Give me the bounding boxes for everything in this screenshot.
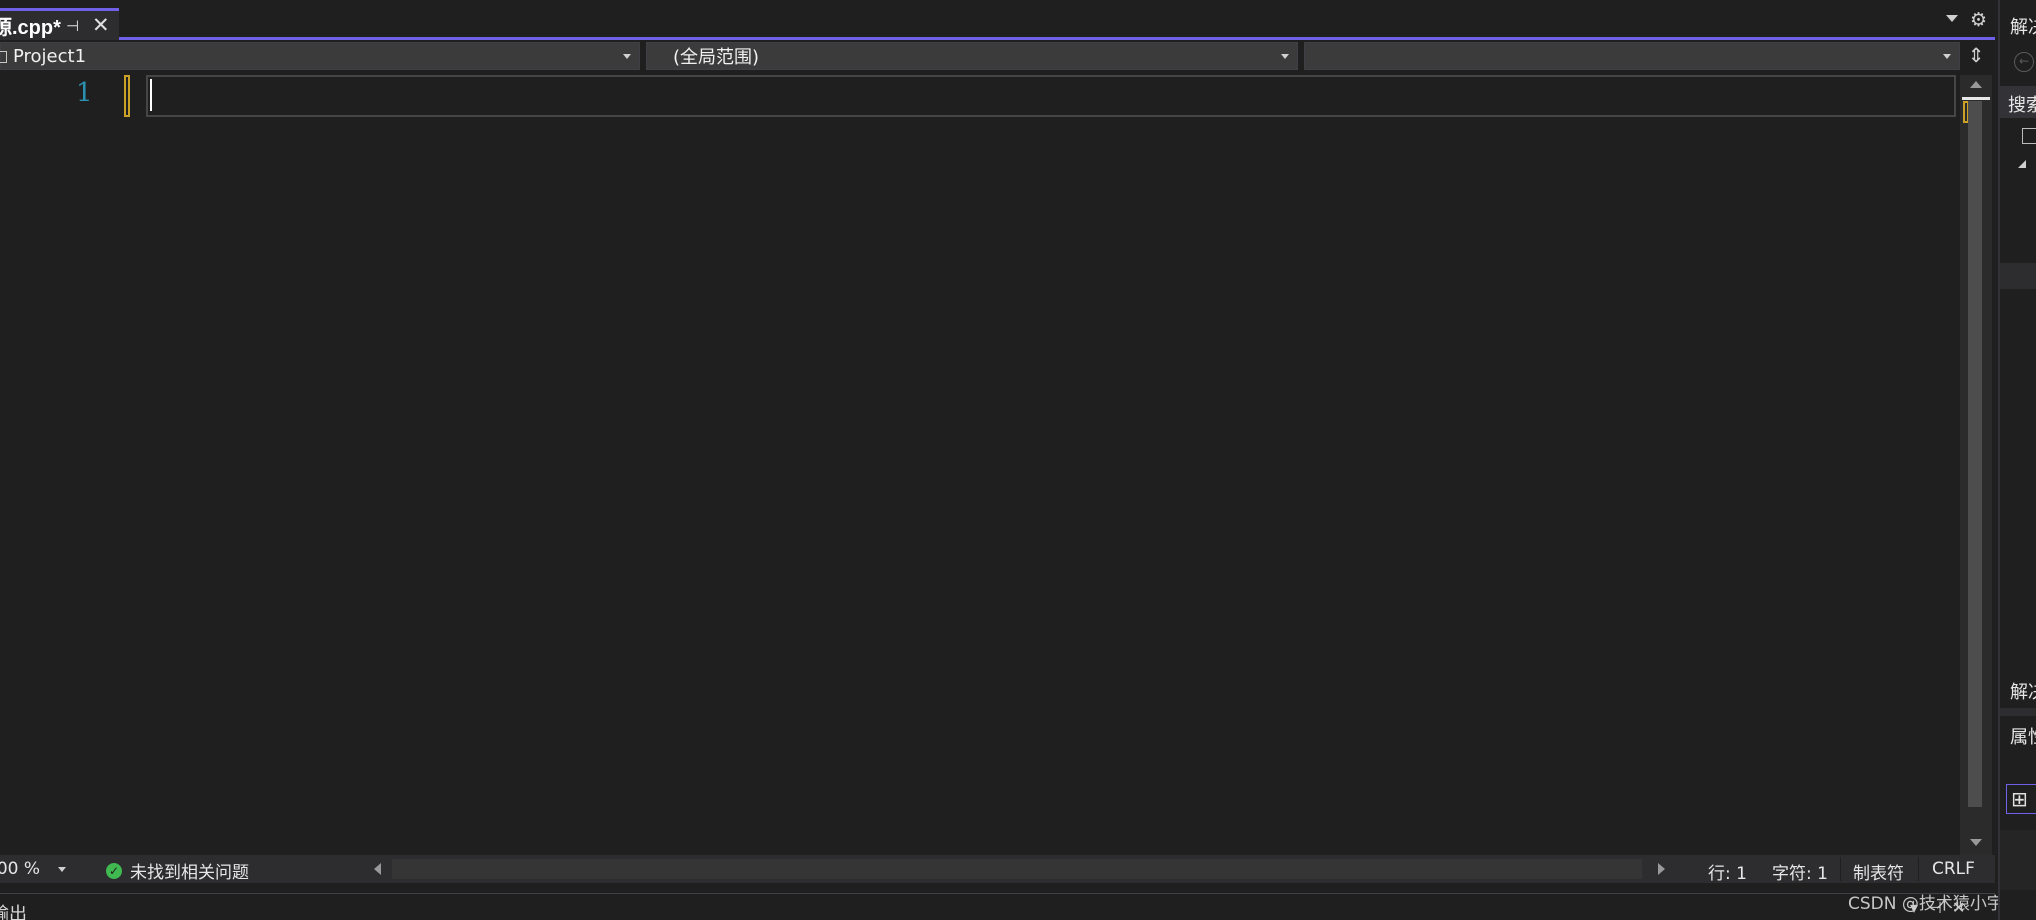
char-indicator[interactable]: 字符: 1 [1772, 859, 1828, 884]
line-number: 1 [76, 78, 93, 108]
member-dropdown[interactable] [1304, 42, 1960, 70]
code-editor[interactable]: 1 [0, 75, 1960, 855]
line-ending-indicator[interactable]: CRLF [1932, 859, 1975, 879]
document-tab-title: 源.cpp* [0, 17, 61, 39]
solution-search-box[interactable]: 搜索解决方案资源管理器 [2000, 86, 2036, 118]
indent-indicator[interactable]: 制表符 [1853, 859, 1904, 884]
vertical-scrollbar[interactable] [1960, 75, 1992, 855]
chevron-down-icon[interactable] [58, 867, 66, 872]
chevron-down-icon [1943, 54, 1951, 59]
split-window-icon[interactable]: ⇕ [1963, 43, 1989, 69]
chevron-down-icon [623, 54, 631, 59]
expand-icon[interactable] [2018, 160, 2026, 168]
line-indicator[interactable]: 行: 1 [1708, 859, 1747, 884]
scope-name: (全局范围) [673, 47, 760, 68]
output-panel-header: 输出 ▾⊣✕ [0, 893, 1995, 920]
properties-grid [2000, 830, 2036, 890]
project-icon [0, 51, 7, 63]
scroll-down-icon[interactable] [1970, 839, 1982, 846]
solution-icon [2022, 128, 2036, 144]
current-line-highlight[interactable] [146, 75, 1956, 117]
navigation-bar: Project1 (全局范围) ⇕ [0, 40, 1995, 72]
caret-position-marker [1962, 97, 1990, 100]
document-tab-strip: 源.cpp* ⊣ ✕ ⚙ [0, 0, 1995, 40]
issues-indicator[interactable]: ✓ 未找到相关问题 [106, 858, 249, 883]
output-panel-title[interactable]: 输出 [0, 900, 27, 920]
check-circle-icon: ✓ [106, 862, 122, 879]
change-marker [124, 75, 130, 117]
categorized-icon[interactable]: ⊞ [2006, 784, 2036, 814]
solution-explorer-tab[interactable]: 解决方案资源管理器 [2010, 678, 2036, 704]
scrollbar-thumb[interactable] [1968, 101, 1982, 807]
search-label: 搜索解决方案资源管理器 [2008, 95, 2036, 116]
issues-text: 未找到相关问题 [130, 863, 249, 883]
gear-icon[interactable]: ⚙ [1970, 9, 1987, 31]
document-tab[interactable]: 源.cpp* ⊣ ✕ [0, 8, 119, 40]
chevron-down-icon [1281, 54, 1289, 59]
status-divider [1840, 857, 1841, 881]
panel-divider [2000, 708, 2036, 716]
project-dropdown[interactable]: Project1 [0, 42, 640, 70]
editor-status-bar: 100 % ✓ 未找到相关问题 行: 1 字符: 1 制表符 CRLF [0, 855, 1995, 884]
solution-explorer-title: 解决方案资源管理器 [2010, 17, 2036, 38]
close-icon[interactable]: ✕ [92, 13, 110, 37]
scope-dropdown[interactable]: (全局范围) [646, 42, 1298, 70]
text-caret [150, 79, 152, 111]
properties-title: 属性 [2010, 727, 2036, 748]
horizontal-scrollbar[interactable] [370, 857, 1670, 881]
pin-icon[interactable]: ⊣ [66, 17, 79, 35]
scroll-up-icon[interactable] [1970, 81, 1982, 88]
watermark: CSDN @技术猿小宇 [1848, 894, 2004, 914]
zoom-level[interactable]: 100 % [0, 859, 56, 879]
project-name: Project1 [13, 45, 87, 67]
selected-tree-item[interactable] [2000, 263, 2036, 289]
back-arrow-icon[interactable]: ← [2014, 52, 2034, 72]
status-divider [1918, 857, 1919, 881]
scroll-left-icon[interactable] [374, 863, 381, 875]
scrollbar-thumb[interactable] [392, 859, 1642, 879]
right-side-panel: 解决方案资源管理器 ← 搜索解决方案资源管理器 解决方案资源管理器 属性 ⊞ [1998, 0, 2036, 920]
chevron-down-icon[interactable] [1946, 15, 1958, 22]
scroll-right-icon[interactable] [1658, 863, 1665, 875]
